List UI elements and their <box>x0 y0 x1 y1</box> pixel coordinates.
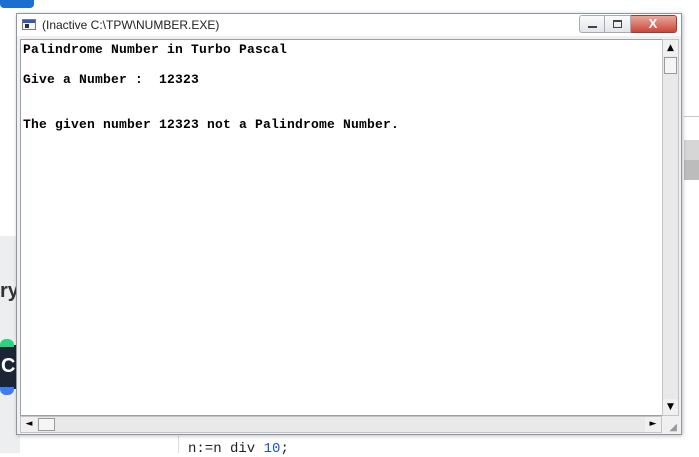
minimize-icon <box>588 26 597 28</box>
code-semicolon: ; <box>280 441 289 457</box>
caption-buttons: X <box>579 15 677 33</box>
scroll-up-arrow-icon[interactable]: ▲ <box>663 40 678 56</box>
horizontal-scrollbar[interactable]: ◄ ► <box>20 416 662 433</box>
window-title: (Inactive C:\TPW\NUMBER.EXE) <box>42 18 220 32</box>
scroll-right-arrow-icon[interactable]: ► <box>645 417 661 432</box>
horizontal-scroll-thumb[interactable] <box>38 418 55 431</box>
console-line: Palindrome Number in Turbo Pascal <box>23 42 288 57</box>
close-icon: X <box>648 16 658 31</box>
vertical-scrollbar[interactable]: ▲ ▼ <box>662 39 679 416</box>
minimize-button[interactable] <box>579 15 605 33</box>
resize-grip[interactable]: ◢ <box>662 416 679 433</box>
vertical-scroll-thumb[interactable] <box>664 57 677 74</box>
maximize-button[interactable] <box>605 15 631 33</box>
background-scrollbar-thumb <box>684 160 699 180</box>
maximize-icon <box>613 20 622 28</box>
background-divider <box>684 116 699 117</box>
resize-grip-icon: ◢ <box>669 422 677 433</box>
background-blue-tab <box>0 0 34 8</box>
background-right-panel <box>682 0 699 453</box>
app-window-icon[interactable] <box>22 19 36 30</box>
scroll-down-arrow-icon[interactable]: ▼ <box>663 399 678 415</box>
ide-logo-letter: C <box>1 355 16 377</box>
code-text: n:=n div <box>188 441 264 457</box>
close-button[interactable]: X <box>631 15 677 33</box>
background-code-line: n:=n div 10; <box>188 441 289 457</box>
code-number: 10 <box>263 441 281 457</box>
console-output-area[interactable]: Palindrome Number in Turbo Pascal Give a… <box>20 39 665 416</box>
console-line: Give a Number : 12323 <box>23 72 200 87</box>
console-window[interactable]: (Inactive C:\TPW\NUMBER.EXE) X Palindrom… <box>16 13 682 435</box>
scroll-left-arrow-icon[interactable]: ◄ <box>21 417 37 432</box>
console-line: The given number 12323 not a Palindrome … <box>23 117 400 132</box>
title-bar[interactable]: (Inactive C:\TPW\NUMBER.EXE) X <box>17 14 681 36</box>
